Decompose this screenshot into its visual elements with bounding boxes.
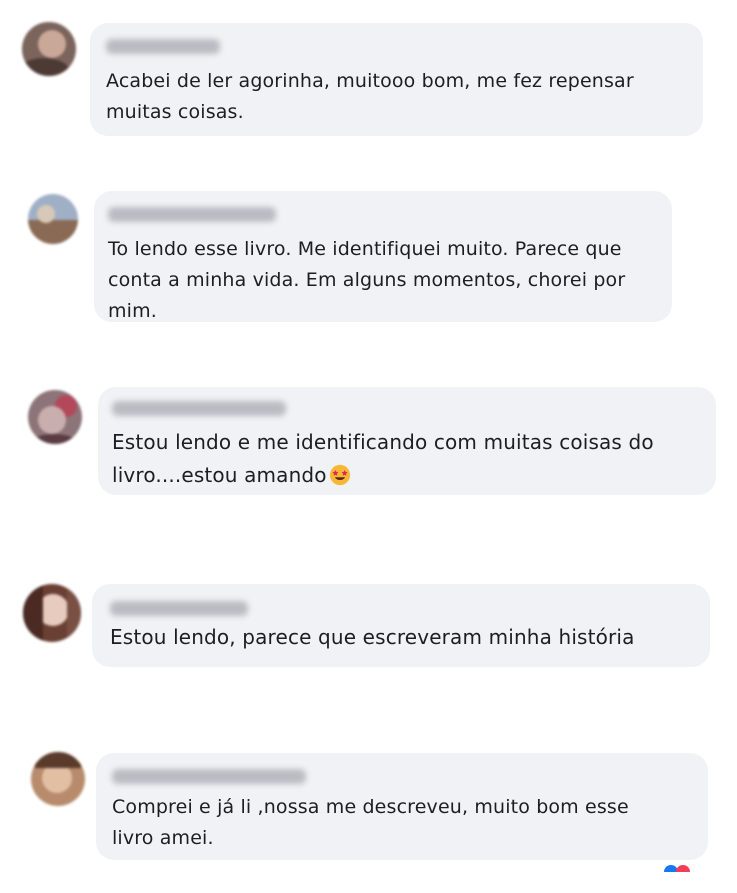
comment-text-content: Estou lendo e me identificando com muita… xyxy=(112,430,654,487)
commenter-name[interactable] xyxy=(112,769,306,784)
avatar-image xyxy=(22,22,76,76)
comment-text: To lendo esse livro. Me identifiquei mui… xyxy=(108,238,626,322)
avatar[interactable] xyxy=(23,584,81,642)
commenter-name[interactable] xyxy=(112,401,286,416)
comment-text: Comprei e já li ,nossa me descreveu, mui… xyxy=(112,796,629,849)
comment-text: Estou lendo, parece que escreveram minha… xyxy=(110,625,635,649)
avatar[interactable] xyxy=(28,390,82,444)
avatar[interactable] xyxy=(28,194,78,244)
comment-bubble: Acabei de ler agorinha, muitooo bom, me … xyxy=(90,23,703,136)
commenter-name[interactable] xyxy=(110,601,248,616)
star-struck-face-icon xyxy=(329,464,350,486)
avatar-image xyxy=(28,194,78,244)
comment-bubble: Estou lendo, parece que escreveram minha… xyxy=(92,584,710,667)
comment-bubble: Estou lendo e me identificando com muita… xyxy=(98,387,716,495)
avatar[interactable] xyxy=(22,22,76,76)
comment-text: Acabei de ler agorinha, muitooo bom, me … xyxy=(106,70,634,123)
comment-bubble: Comprei e já li ,nossa me descreveu, mui… xyxy=(96,753,708,860)
reactions-icon[interactable] xyxy=(663,864,693,872)
comment-text: Estou lendo e me identificando com muita… xyxy=(112,426,704,492)
avatar-image xyxy=(31,752,85,806)
avatar[interactable] xyxy=(31,752,85,806)
avatar-image xyxy=(23,584,81,642)
avatar-image xyxy=(28,390,82,444)
commenter-name[interactable] xyxy=(108,207,276,222)
comment-bubble: To lendo esse livro. Me identifiquei mui… xyxy=(94,191,672,322)
commenter-name[interactable] xyxy=(106,39,220,54)
